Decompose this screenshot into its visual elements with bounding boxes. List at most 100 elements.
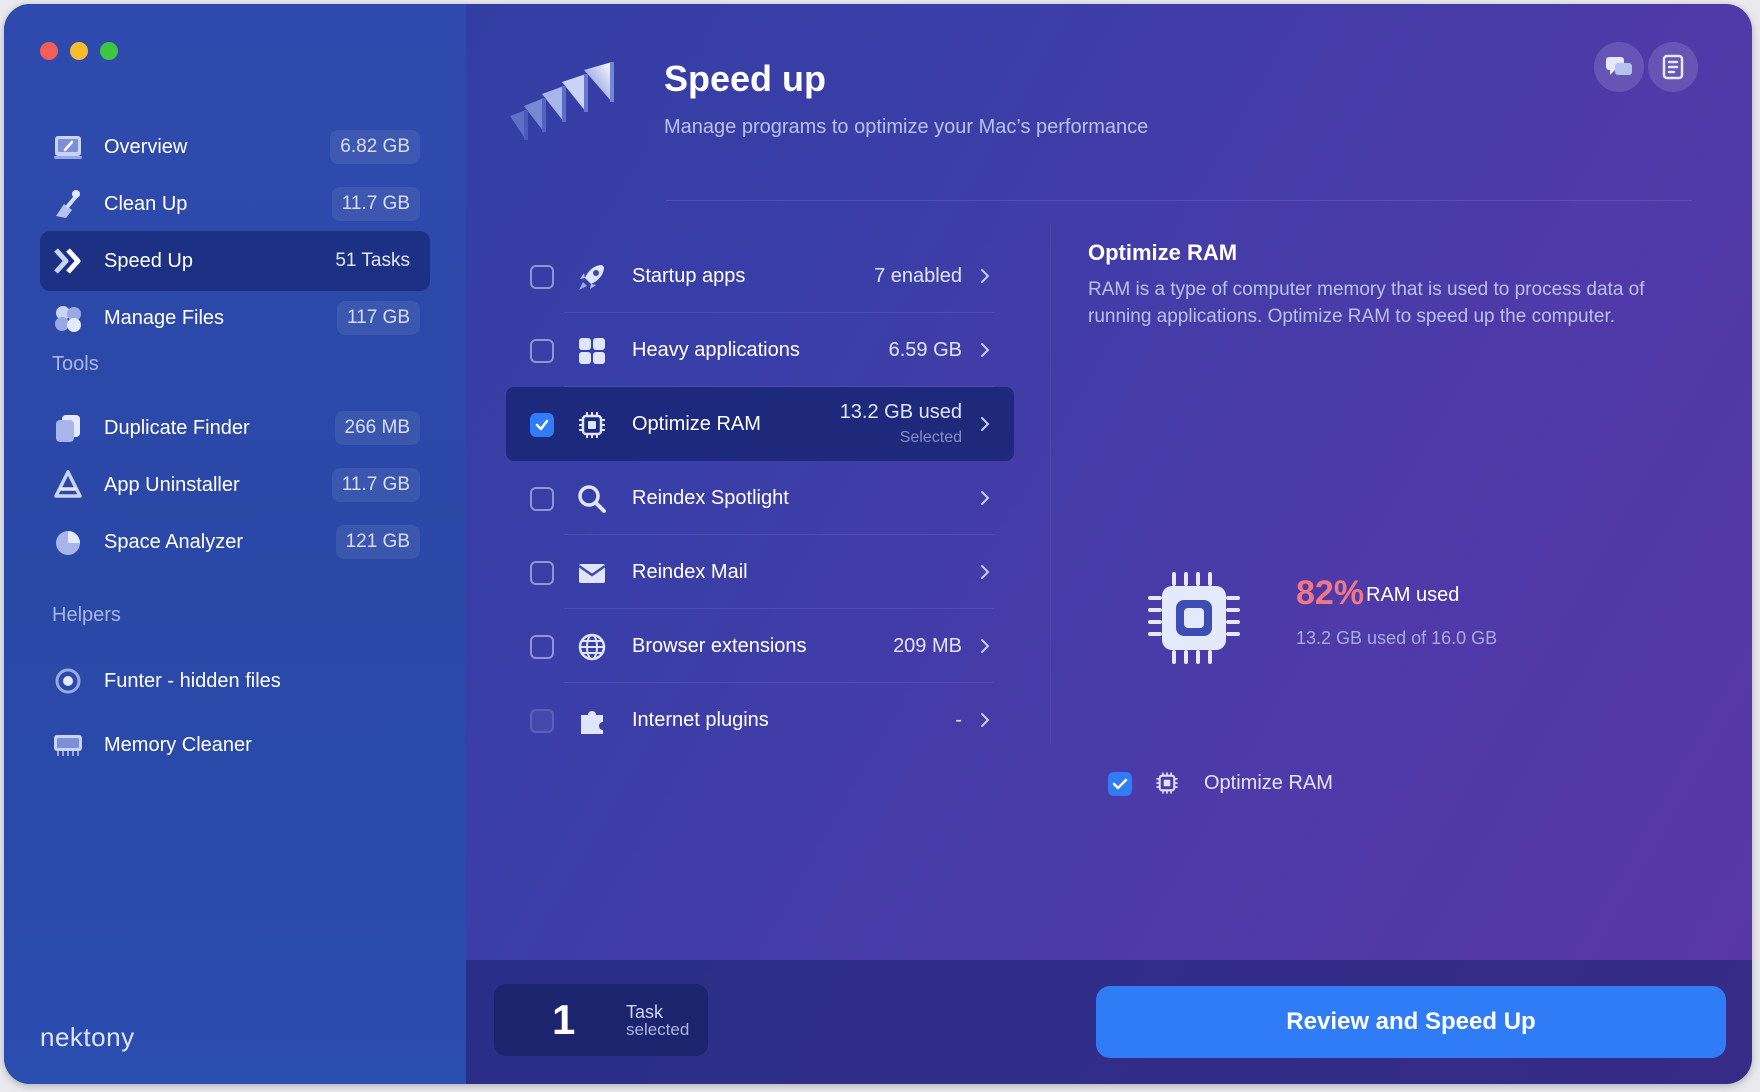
task-internet-plugins[interactable]: Internet plugins -: [506, 683, 1014, 757]
detail-description: RAM is a type of computer memory that is…: [1088, 279, 1645, 327]
task-checkbox-disabled: [530, 709, 554, 733]
speed-chevrons-icon: [54, 248, 81, 274]
sidebar-item-speed-up[interactable]: Speed Up 51 Tasks: [40, 231, 430, 291]
chevron-right-icon: [981, 639, 990, 653]
sidebar-item-clean-up[interactable]: Clean Up 11.7 GB: [40, 174, 430, 234]
task-label: Optimize RAM: [632, 413, 761, 435]
sidebar-item-label: Overview: [104, 136, 188, 158]
task-optimize-ram[interactable]: Optimize RAM 13.2 GB used Selected: [506, 387, 1014, 461]
task-checkbox[interactable]: [530, 635, 554, 659]
globe-icon: [578, 633, 606, 661]
task-value: 7 enabled: [874, 265, 962, 287]
detail-title: Optimize RAM: [1088, 240, 1238, 265]
sidebar-item-label: Memory Cleaner: [104, 734, 252, 756]
task-value: 13.2 GB used: [839, 401, 962, 423]
optimize-ram-option-label: Optimize RAM: [1204, 772, 1333, 794]
task-label: Heavy applications: [632, 339, 800, 361]
sidebar-item-value: 117 GB: [336, 301, 420, 335]
window-controls: [40, 42, 118, 60]
pie-icon: [56, 531, 80, 555]
feedback-button[interactable]: [1594, 42, 1644, 92]
overview-icon: [54, 136, 82, 159]
task-checkbox[interactable]: [530, 265, 554, 289]
sidebar-item-overview[interactable]: Overview 6.82 GB: [40, 117, 430, 177]
sidebar-item-value: 11.7 GB: [331, 468, 420, 502]
sidebar-item-label: Space Analyzer: [104, 531, 243, 553]
sidebar-item-value: 11.7 GB: [331, 187, 420, 221]
task-heavy-applications[interactable]: Heavy applications 6.59 GB: [506, 313, 1014, 387]
task-browser-extensions[interactable]: Browser extensions 209 MB: [506, 609, 1014, 683]
speed-up-hero-icon: [510, 62, 614, 140]
task-selected-note: Selected: [899, 429, 962, 446]
sidebar-item-label: Funter - hidden files: [104, 670, 281, 692]
zoom-window-button[interactable]: [100, 42, 118, 60]
chevron-right-icon: [981, 713, 990, 727]
eye-icon: [55, 668, 81, 694]
task-checkbox[interactable]: [530, 487, 554, 511]
panel-divider: [1050, 224, 1051, 744]
sidebar-item-memory-cleaner[interactable]: Memory Cleaner: [40, 715, 430, 775]
sidebar-item-label: Manage Files: [104, 307, 225, 329]
task-checkbox-checked[interactable]: [530, 413, 554, 437]
grid-icon: [579, 338, 605, 364]
ram-percent: 82%: [1296, 574, 1365, 612]
task-label: Startup apps: [632, 265, 746, 287]
selected-count: 1: [552, 996, 576, 1043]
task-checkbox[interactable]: [530, 339, 554, 363]
task-value: 6.59 GB: [888, 339, 962, 361]
review-and-speed-up-button[interactable]: Review and Speed Up: [1096, 986, 1726, 1058]
optimize-ram-checkbox[interactable]: [1108, 772, 1132, 796]
sidebar-item-duplicate-finder[interactable]: Duplicate Finder 266 MB: [40, 398, 430, 458]
task-reindex-spotlight[interactable]: Reindex Spotlight: [506, 461, 1014, 535]
chevron-right-icon: [981, 565, 990, 579]
chevron-right-icon: [981, 417, 990, 431]
chevron-right-icon: [981, 269, 990, 283]
files-icon: [55, 306, 81, 332]
page-title: Speed up: [664, 58, 827, 99]
duplicate-icon: [56, 415, 80, 442]
sidebar-item-label: Clean Up: [104, 193, 188, 215]
sidebar: Overview 6.82 GB Clean Up 11.7 GB Speed …: [4, 4, 466, 1084]
chip-icon: [579, 412, 605, 438]
ram-chip-icon: [1148, 572, 1240, 664]
sidebar-item-value: 51 Tasks: [335, 250, 410, 271]
task-reindex-mail[interactable]: Reindex Mail: [506, 535, 1014, 609]
task-value: -: [955, 709, 962, 731]
sidebar-item-value: 6.82 GB: [330, 130, 420, 164]
brand-logo: nektony: [40, 1022, 135, 1052]
section-helpers: Helpers: [52, 604, 121, 626]
memory-icon: [54, 735, 82, 756]
task-label: Reindex Mail: [632, 561, 748, 583]
search-icon: [578, 485, 606, 513]
app-window: Overview 6.82 GB Clean Up 11.7 GB Speed …: [4, 4, 1752, 1084]
task-startup-apps[interactable]: Startup apps 7 enabled: [506, 239, 1014, 313]
task-label: Reindex Spotlight: [632, 487, 789, 509]
sidebar-item-value: 266 MB: [334, 411, 420, 445]
sidebar-item-label: App Uninstaller: [104, 474, 240, 496]
sidebar-item-manage-files[interactable]: Manage Files 117 GB: [40, 288, 430, 348]
chat-bubbles-icon: [1606, 57, 1632, 75]
task-label: Browser extensions: [632, 635, 807, 657]
sidebar-item-space-analyzer[interactable]: Space Analyzer 121 GB: [40, 512, 430, 572]
header-divider: [666, 200, 1692, 201]
minimize-window-button[interactable]: [70, 42, 88, 60]
task-checkbox[interactable]: [530, 561, 554, 585]
puzzle-icon: [581, 711, 603, 734]
chip-icon: [1156, 772, 1178, 794]
main-panel: Speed up Manage programs to optimize you…: [466, 4, 1752, 1084]
task-label: Internet plugins: [632, 709, 769, 731]
selected-task-counter: 1 Task selected: [494, 984, 708, 1056]
ram-used-label: RAM used: [1366, 584, 1460, 606]
page-subtitle: Manage programs to optimize your Mac’s p…: [664, 116, 1149, 138]
broom-icon: [56, 190, 80, 218]
uninstaller-icon: [54, 470, 82, 498]
task-value: 209 MB: [893, 635, 962, 657]
sidebar-item-app-uninstaller[interactable]: App Uninstaller 11.7 GB: [40, 455, 430, 515]
chevron-right-icon: [981, 343, 990, 357]
close-window-button[interactable]: [40, 42, 58, 60]
chevron-right-icon: [981, 491, 990, 505]
sidebar-item-label: Duplicate Finder: [104, 417, 250, 439]
sidebar-item-funter[interactable]: Funter - hidden files: [40, 651, 430, 711]
help-button[interactable]: [1648, 42, 1698, 92]
checkmark-icon: [535, 419, 549, 431]
